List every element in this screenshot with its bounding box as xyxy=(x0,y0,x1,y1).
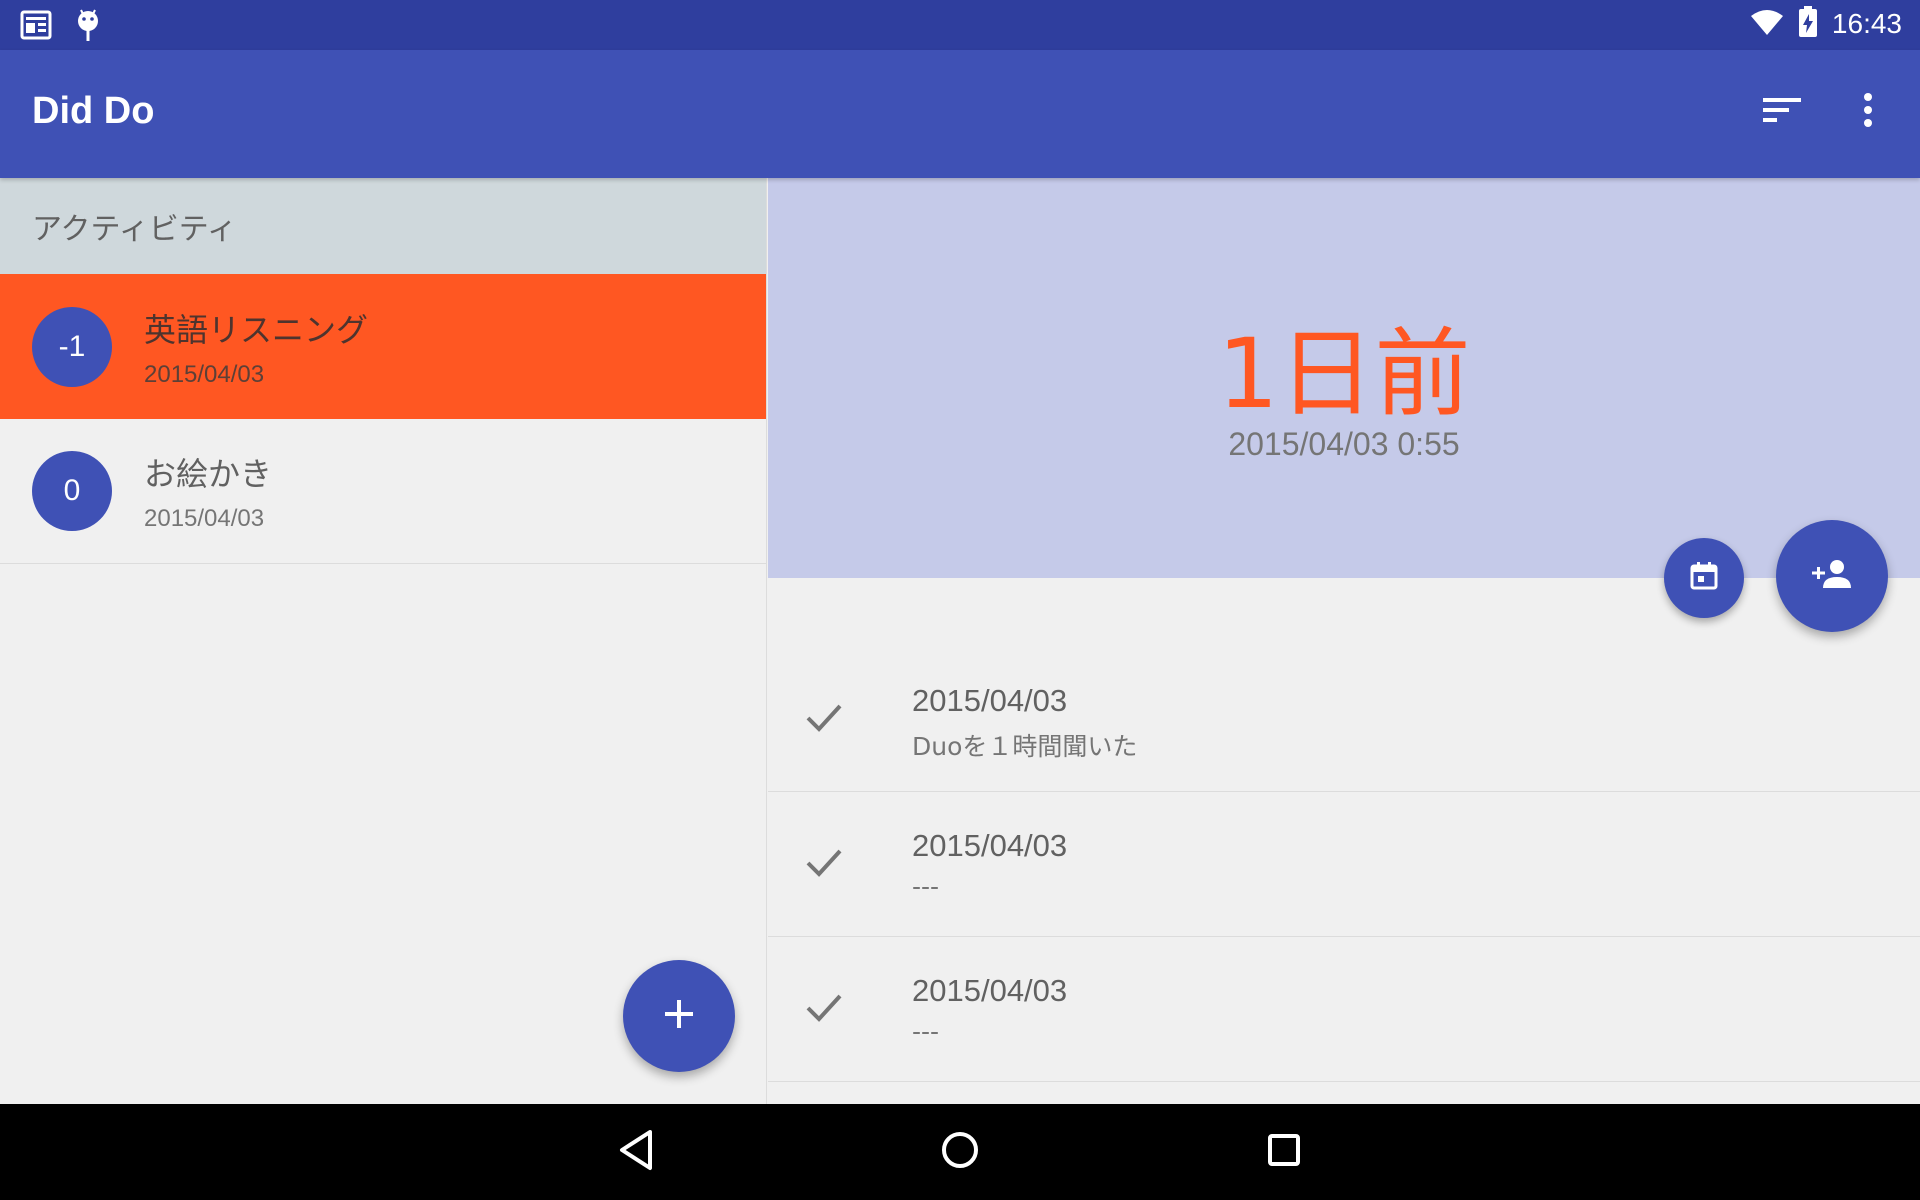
sort-icon xyxy=(1763,96,1801,128)
recents-button[interactable] xyxy=(1256,1124,1312,1180)
app-title: Did Do xyxy=(32,90,155,132)
history-row[interactable]: 2015/04/03 --- xyxy=(768,937,1920,1082)
activity-list-pane: アクティビティ -1 英語リスニング 2015/04/03 0 お絵かき 201… xyxy=(0,178,767,1104)
status-bar: 16:43 xyxy=(0,0,1920,50)
wifi-icon xyxy=(1750,8,1784,40)
check-icon xyxy=(804,987,844,1031)
back-button[interactable] xyxy=(608,1124,664,1180)
system-nav-bar xyxy=(0,1104,1920,1200)
history-note: --- xyxy=(912,872,940,901)
activity-count-badge: 0 xyxy=(32,451,112,531)
last-done-timestamp: 2015/04/03 0:55 xyxy=(1228,426,1460,462)
pick-date-button[interactable] xyxy=(1664,538,1744,618)
activity-item-oekaki[interactable]: 0 お絵かき 2015/04/03 xyxy=(0,419,766,564)
add-activity-button[interactable] xyxy=(623,960,735,1072)
status-left-icons xyxy=(20,8,102,46)
person-add-icon xyxy=(1812,558,1852,594)
news-icon xyxy=(20,9,52,45)
history-date: 2015/04/03 xyxy=(912,683,1068,718)
more-vert-icon xyxy=(1863,93,1873,131)
check-icon xyxy=(804,697,844,741)
history-date: 2015/04/03 xyxy=(912,828,1068,863)
history-note: --- xyxy=(912,1017,940,1046)
elapsed-time: 1日前 xyxy=(1217,318,1471,430)
add-record-button[interactable] xyxy=(1776,520,1888,632)
status-time: 16:43 xyxy=(1831,8,1902,39)
activity-date: 2015/04/03 xyxy=(144,505,265,532)
check-icon xyxy=(804,842,844,886)
history-note: Duoを１時間聞いた xyxy=(912,732,1138,761)
activity-section-header: アクティビティ xyxy=(0,178,766,274)
calendar-icon xyxy=(1689,561,1719,595)
activity-date: 2015/04/03 xyxy=(144,360,265,388)
detail-header: 1日前 2015/04/03 0:55 xyxy=(768,178,1920,578)
activity-count-badge: -1 xyxy=(32,306,112,387)
home-icon xyxy=(940,1130,980,1174)
battery-charging-icon xyxy=(1798,6,1818,42)
history-row[interactable]: 2015/04/03 Duoを１時間聞いた xyxy=(768,647,1920,792)
home-button[interactable] xyxy=(932,1124,988,1180)
recents-icon xyxy=(1266,1132,1302,1172)
sort-button[interactable] xyxy=(1758,88,1806,136)
activity-item-eigo-listening[interactable]: -1 英語リスニング 2015/04/03 xyxy=(0,274,766,419)
activity-title: お絵かき xyxy=(144,455,273,493)
activity-title: 英語リスニング xyxy=(144,310,369,349)
back-icon xyxy=(616,1128,656,1176)
app-bar: Did Do xyxy=(0,50,1920,178)
more-options-button[interactable] xyxy=(1844,88,1892,136)
history-list: 2015/04/03 Duoを１時間聞いた 2015/04/03 --- 201… xyxy=(768,647,1920,1104)
history-date: 2015/04/03 xyxy=(912,973,1068,1008)
status-right: 16:43 xyxy=(1750,6,1902,42)
history-row[interactable]: 2015/04/03 --- xyxy=(768,792,1920,937)
add-icon xyxy=(663,998,695,1034)
android-icon xyxy=(74,8,102,46)
app-bar-actions xyxy=(1758,88,1892,136)
